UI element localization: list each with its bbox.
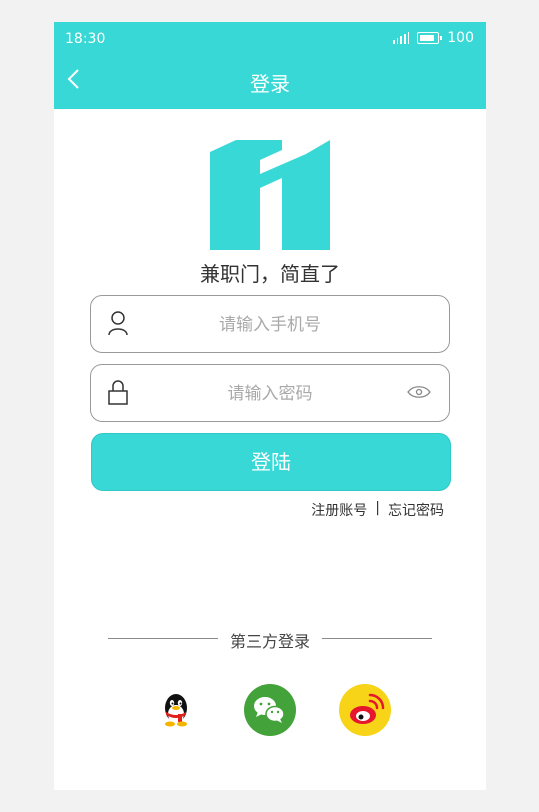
wechat-icon[interactable]	[244, 684, 296, 736]
weibo-icon[interactable]	[339, 684, 391, 736]
eye-icon[interactable]	[407, 384, 431, 400]
brand-slogan: 兼职门，简直了	[200, 262, 340, 286]
account-links: 注册账号 | 忘记密码	[311, 500, 444, 520]
login-button[interactable]: 登陆	[91, 433, 451, 491]
status-time: 18:30	[65, 31, 106, 47]
page-title: 登录	[250, 72, 290, 96]
phone-field	[90, 295, 450, 353]
forgot-password-link[interactable]: 忘记密码	[388, 500, 444, 520]
status-indicators: 100	[393, 30, 474, 46]
signal-icon	[393, 32, 410, 44]
register-link[interactable]: 注册账号	[311, 500, 367, 520]
third-party-header: 第三方登录	[54, 628, 486, 651]
divider-right	[322, 638, 432, 639]
third-party-title: 第三方登录	[229, 632, 310, 651]
phone-input[interactable]	[151, 306, 389, 344]
phone-screen: 18:30 100 登录 兼职门，简直了 请输入手机号 登陆 注册账号 | 忘记…	[54, 22, 486, 790]
user-icon	[107, 310, 129, 336]
app-logo	[210, 140, 330, 250]
top-bar: 18:30 100 登录	[54, 22, 486, 109]
qq-icon[interactable]	[150, 684, 202, 736]
password-input[interactable]	[151, 375, 389, 413]
link-separator: |	[375, 500, 380, 516]
battery-icon	[417, 32, 443, 44]
lock-icon	[107, 379, 129, 405]
battery-level: 100	[447, 30, 474, 46]
password-field	[90, 364, 450, 422]
